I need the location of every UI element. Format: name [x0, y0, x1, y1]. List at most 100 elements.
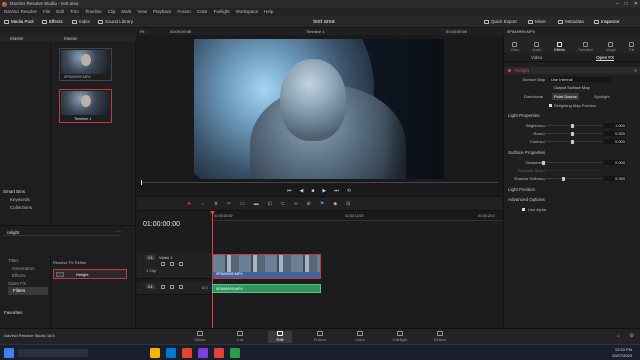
mixer-button[interactable]: Mixer	[528, 16, 546, 28]
tab-effects[interactable]: Effects	[554, 42, 565, 52]
reach-value[interactable]: 0.500	[604, 131, 626, 136]
taskbar-search-icon[interactable]	[18, 349, 88, 357]
index-button[interactable]: Index	[72, 16, 90, 28]
metadata-button[interactable]: Metadata	[558, 16, 584, 28]
page-media[interactable]: Media	[188, 331, 212, 343]
relight-effect-item[interactable]: Relight	[53, 269, 127, 279]
inspector-button[interactable]: Inspector	[594, 16, 620, 28]
page-cut[interactable]: Cut	[228, 331, 252, 343]
search-options-icon[interactable]: ⋯	[116, 229, 121, 235]
menu-timeline[interactable]: Timeline	[85, 8, 102, 16]
relighting-preview-checkbox[interactable]	[549, 104, 552, 107]
quick-export-button[interactable]: Quick Export	[484, 16, 517, 28]
contrast-slider[interactable]	[542, 139, 602, 144]
glossiness-knob[interactable]	[542, 160, 545, 165]
track-autoselect-icon[interactable]	[170, 262, 174, 266]
tab-audio[interactable]: Audio	[532, 42, 541, 52]
video-track-name[interactable]: Video 1	[159, 255, 173, 260]
close-button[interactable]: ✕	[634, 0, 638, 8]
menu-trim[interactable]: Trim	[70, 8, 79, 16]
insert-clip-icon[interactable]: ▭	[240, 201, 245, 207]
mode-spotlight[interactable]: Spotlight	[594, 93, 610, 100]
video-clip[interactable]: 0P5A9999.MP4	[212, 254, 321, 279]
menu-mark[interactable]: Mark	[121, 8, 131, 16]
start-icon[interactable]	[4, 348, 14, 358]
specular-slider[interactable]	[542, 170, 602, 171]
media-pool-button[interactable]: Media Pool	[4, 16, 34, 28]
sound-library-button[interactable]: Sound Library	[98, 16, 133, 28]
brightness-knob[interactable]	[571, 123, 574, 128]
track-visibility-icon[interactable]	[179, 262, 183, 266]
skip-end-icon[interactable]: ⏭	[334, 188, 339, 194]
light-properties-header[interactable]: Light Properties	[508, 113, 540, 118]
time-ruler[interactable]: 01:00:00:00 01:00:12:00 01:00:24:0	[212, 211, 502, 221]
skip-start-icon[interactable]: ⏮	[287, 188, 292, 194]
relight-effect-header[interactable]: Relight ⟲	[504, 67, 640, 74]
selection-tool-icon[interactable]: ➤	[187, 201, 191, 207]
effects-search-input[interactable]: relight	[7, 230, 19, 235]
zoom-icon[interactable]: ⊟	[346, 201, 350, 207]
position-lock-icon[interactable]: ⊕	[307, 201, 311, 207]
trim-tool-icon[interactable]: ⇔	[200, 201, 205, 207]
effects-button[interactable]: Effects	[42, 16, 63, 28]
stop-icon[interactable]: ■	[311, 188, 314, 194]
page-fusion[interactable]: Fusion	[308, 331, 332, 343]
tree-filters[interactable]: Filters	[8, 287, 48, 295]
tree-open-fx[interactable]: Open FX	[8, 280, 48, 288]
overwrite-clip-icon[interactable]: ▬	[254, 201, 259, 207]
shadow-softness-knob[interactable]	[562, 176, 565, 181]
blade-tool-icon[interactable]: ✂	[227, 201, 231, 207]
snapping-icon[interactable]: ⊂	[281, 201, 285, 207]
output-surface-map-button[interactable]: Output Surface Map	[554, 84, 590, 91]
scrubber-bar[interactable]	[141, 180, 498, 185]
subtab-video[interactable]: Video	[531, 53, 542, 61]
menu-help[interactable]: Help	[264, 8, 273, 16]
audio-mute-icon[interactable]	[179, 285, 183, 289]
contrast-knob[interactable]	[571, 139, 574, 144]
reach-knob[interactable]	[571, 131, 574, 136]
excel-icon[interactable]	[230, 348, 240, 358]
play-icon[interactable]: ▶	[322, 188, 326, 194]
page-fairlight[interactable]: Fairlight	[388, 331, 412, 343]
surface-map-dropdown[interactable]: Use Internal	[549, 77, 611, 82]
tab-video[interactable]: Video	[510, 42, 519, 52]
tab-file[interactable]: File	[629, 42, 634, 52]
replace-clip-icon[interactable]: ⊡	[268, 201, 272, 207]
page-color[interactable]: Color	[348, 331, 372, 343]
light-position-header[interactable]: Light Position	[508, 187, 535, 192]
page-edit[interactable]: Edit	[268, 331, 292, 343]
mode-directional[interactable]: Directional	[524, 93, 543, 100]
tree-generators[interactable]: Generators	[8, 265, 48, 273]
shadow-softness-value[interactable]: 0.350	[604, 176, 626, 181]
menu-color[interactable]: Color	[197, 8, 208, 16]
master-folder-tab[interactable]: Master	[64, 35, 78, 42]
resolve-taskbar-icon[interactable]	[214, 348, 224, 358]
tree-effects[interactable]: Effects	[8, 272, 48, 280]
media-clip-1[interactable]: 0P5A9999.MP4	[59, 48, 112, 81]
tab-image[interactable]: Image	[606, 42, 616, 52]
menu-fairlight[interactable]: Fairlight	[214, 8, 230, 16]
zoom-fit-dropdown[interactable]: Fit	[140, 28, 144, 35]
teams-icon[interactable]	[198, 348, 208, 358]
flag-icon[interactable]: ⚑	[320, 201, 324, 207]
audio-lock-icon[interactable]	[161, 285, 165, 289]
mode-point-source[interactable]: Point Source	[552, 93, 579, 100]
menu-playback[interactable]: Playback	[153, 8, 171, 16]
tree-titles[interactable]: Titles	[8, 257, 48, 265]
play-reverse-icon[interactable]: ◀	[300, 188, 304, 194]
minimize-button[interactable]: –	[616, 0, 619, 8]
a1-label[interactable]: A1	[146, 284, 155, 289]
subtab-open-fx[interactable]: Open FX	[596, 53, 615, 61]
track-lock-icon[interactable]	[161, 262, 165, 266]
marker-icon[interactable]: ◆	[333, 201, 337, 207]
menu-fusion[interactable]: Fusion	[177, 8, 191, 16]
menu-edit[interactable]: Edit	[56, 8, 64, 16]
brightness-value[interactable]: 1.000	[604, 123, 626, 128]
chrome-icon[interactable]	[182, 348, 192, 358]
audio-solo-icon[interactable]	[170, 285, 174, 289]
smart-bin-collections[interactable]: Collections	[0, 204, 52, 212]
surface-properties-header[interactable]: Surface Properties	[508, 150, 545, 155]
menu-davinci[interactable]: DaVinci Resolve	[4, 8, 37, 16]
use-alpha-checkbox[interactable]	[522, 208, 525, 211]
maximize-button[interactable]: □	[625, 0, 628, 8]
